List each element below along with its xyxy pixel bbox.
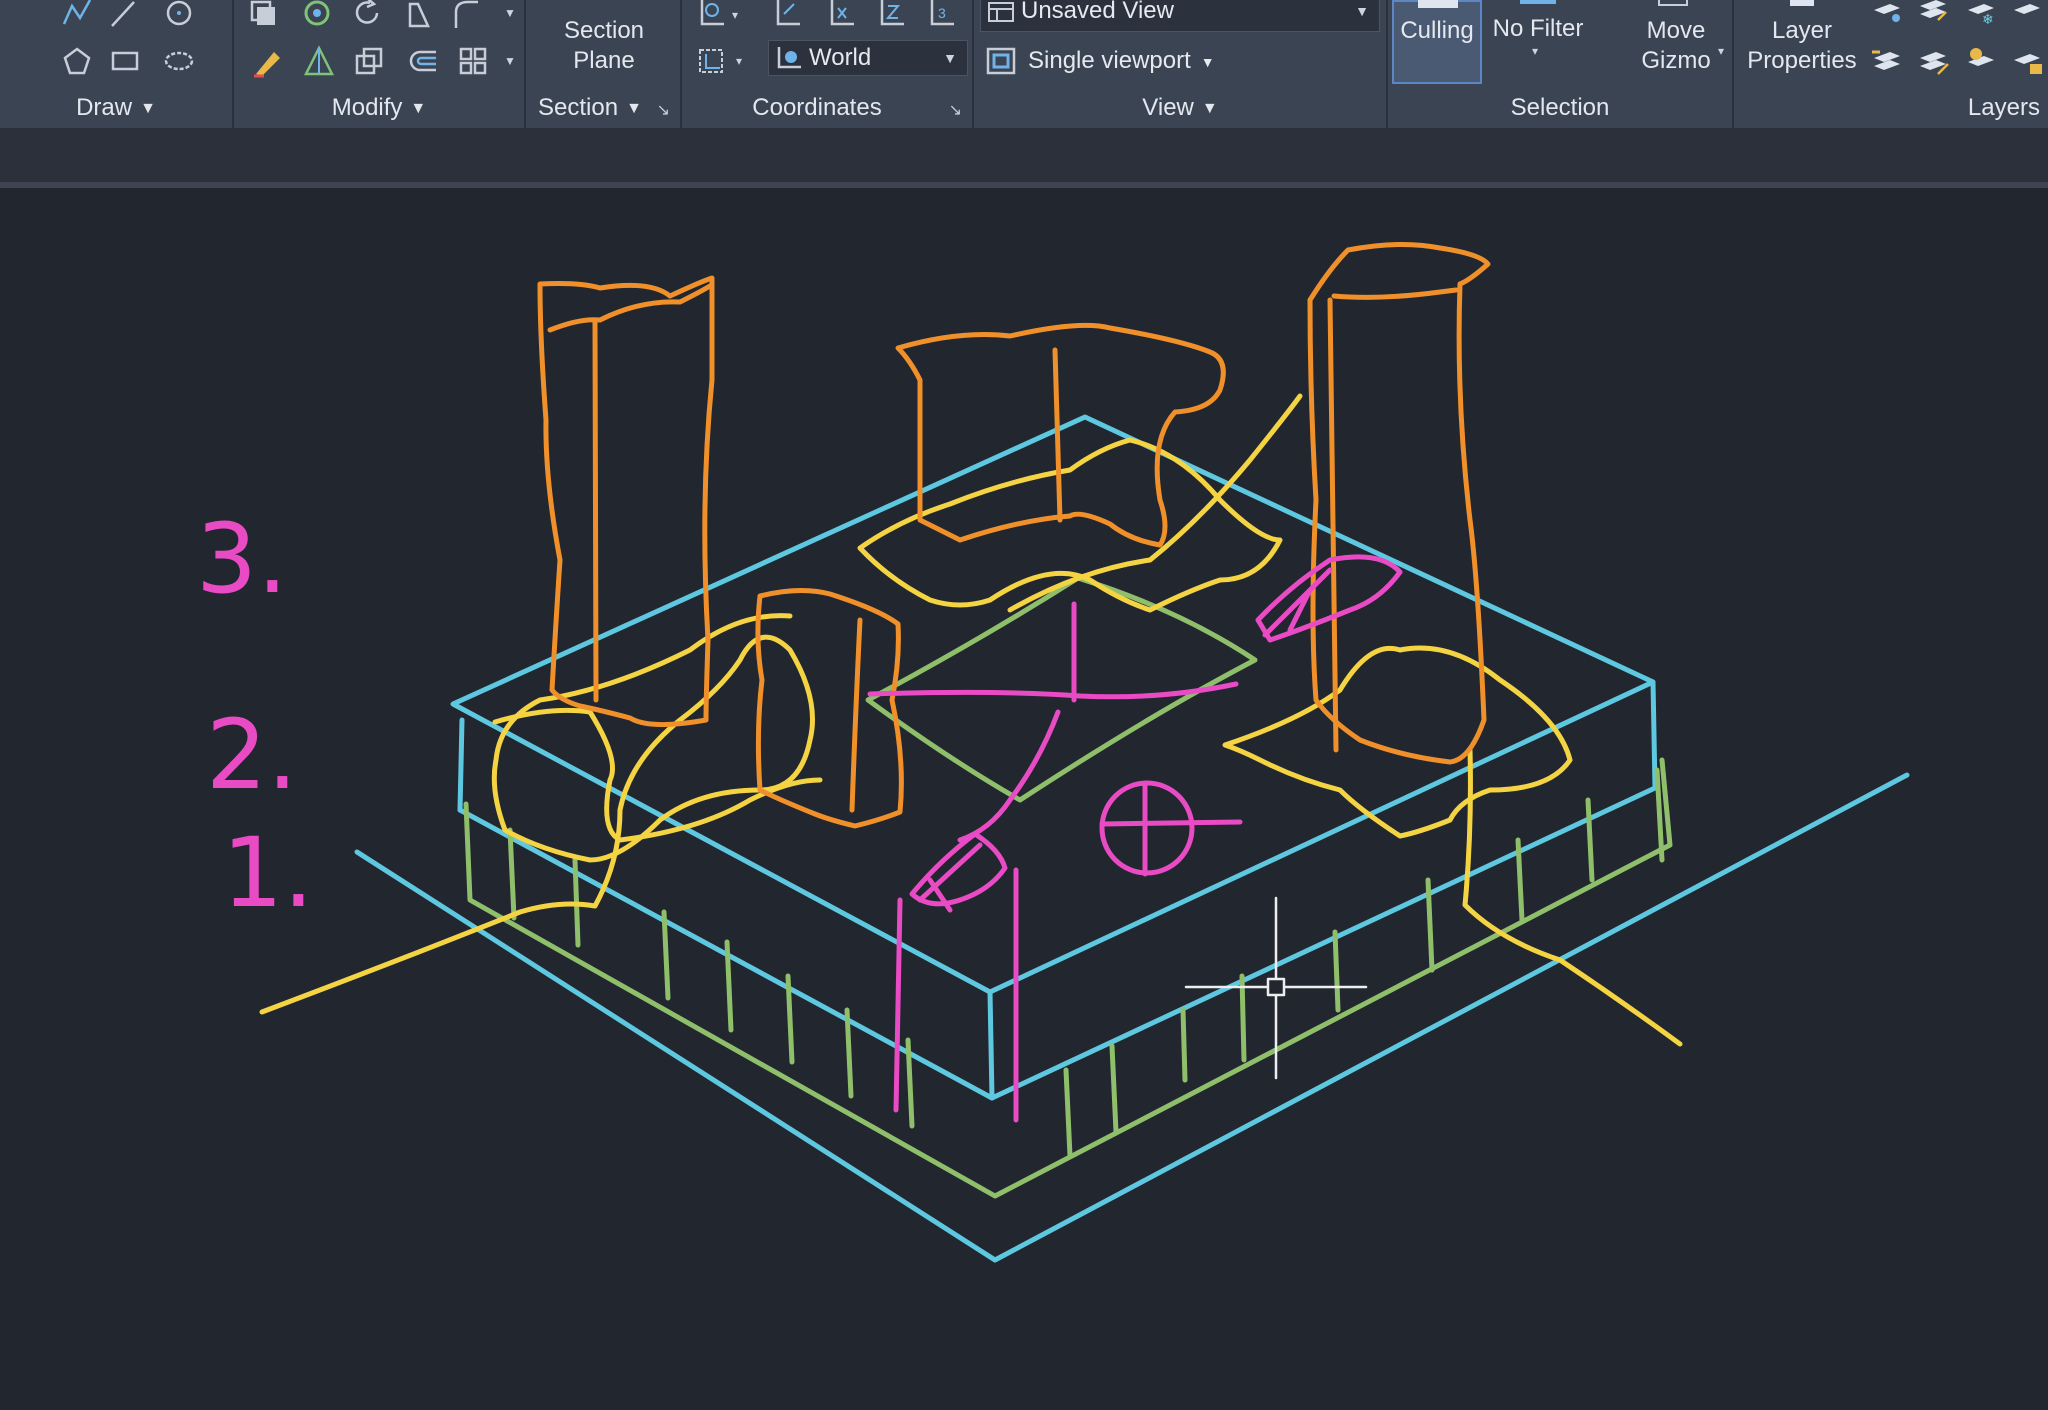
no-filter-label: No Filter [1492, 15, 1584, 42]
culling-button[interactable]: Culling [1392, 0, 1482, 84]
ucs-more-arrow[interactable]: ▾ [732, 8, 738, 22]
world-ucs-icon [777, 47, 801, 69]
layer-previous-icon[interactable] [1914, 42, 1952, 80]
crosshair-cursor [1184, 896, 1368, 1080]
mirror-icon[interactable] [300, 42, 338, 80]
layer-properties-label: Layer Properties [1747, 17, 1857, 74]
fillet-icon[interactable] [446, 0, 484, 32]
modify-panel-title[interactable]: Modify ▼ [234, 93, 524, 123]
coordinates-panel-title[interactable]: Coordinates [682, 93, 972, 123]
viewport-icon[interactable] [982, 42, 1020, 80]
svg-text:❄: ❄ [1982, 12, 1994, 28]
coordinates-panel: ▾ 3 ▾ World ▼ Coordinates ↘ [682, 0, 974, 128]
chevron-down-icon: ▾ [1532, 44, 1539, 58]
line-icon[interactable] [104, 0, 142, 32]
plinth-hatch [463, 757, 1673, 1199]
ucs-z-icon[interactable] [872, 0, 910, 32]
ellipse-icon[interactable] [160, 42, 198, 80]
no-filter-button[interactable]: No Filter ▾ [1488, 0, 1588, 84]
move-gizmo-label: Move Gizmo [1641, 17, 1711, 74]
culling-label: Culling [1400, 17, 1474, 44]
polygon-icon[interactable] [58, 42, 96, 80]
layer-match-icon[interactable] [1868, 42, 1906, 80]
ribbon: Draw ▼ ▼ ▼ Modify ▼ Section Plane Sectio… [0, 0, 2048, 128]
gizmo-icon [1658, 0, 1688, 6]
section-panel: Section Plane Section ▼ ↘ [526, 0, 682, 128]
ucs-world-dropdown[interactable]: World ▼ [768, 40, 968, 76]
layer-unisolate-icon[interactable] [1962, 42, 2000, 80]
chevron-down-icon: ▾ [1718, 44, 1725, 58]
label-3: 3. [196, 503, 288, 615]
ucs-x-icon[interactable] [822, 0, 860, 32]
file-tabs-bar [0, 128, 2048, 182]
saved-view-dropdown[interactable]: Unsaved View ▼ [980, 0, 1380, 32]
culling-icon [1418, 0, 1458, 8]
ucs-view-more-arrow[interactable]: ▾ [736, 54, 742, 68]
ucs-previous-icon[interactable] [768, 0, 806, 32]
array-more-arrow[interactable]: ▼ [504, 54, 516, 68]
filter-icon [1520, 0, 1556, 4]
move-gizmo-button[interactable]: Move Gizmo ▾ [1628, 0, 1728, 84]
sketch-labels: 3. 2. 1. [196, 503, 314, 929]
modify-panel: ▼ ▼ Modify ▼ [234, 0, 526, 128]
circle-icon[interactable] [160, 0, 198, 32]
view-panel: Unsaved View ▼ Single viewport ▼ View ▼ [974, 0, 1388, 128]
chevron-down-icon: ▼ [1200, 53, 1215, 70]
draw-panel: Draw ▼ [0, 0, 234, 128]
viewport-config-dropdown[interactable]: Single viewport ▼ [1028, 46, 1215, 77]
polyline-icon[interactable] [58, 0, 96, 32]
building-masses [537, 241, 1491, 829]
ucs-3point-icon[interactable]: 3 [922, 0, 960, 32]
ucs-icon[interactable] [692, 0, 730, 32]
selection-panel-title: Selection [1510, 94, 1610, 121]
coordinates-launcher-icon[interactable]: ↘ [949, 100, 962, 120]
rotate-icon[interactable] [348, 0, 386, 32]
label-2: 2. [206, 699, 298, 811]
layer-lock-icon[interactable]: ❄ [1962, 0, 2000, 30]
array-icon[interactable] [298, 0, 336, 32]
chevron-down-icon: ▼ [943, 50, 957, 66]
layer-properties-button[interactable]: Layer Properties [1740, 0, 1864, 84]
drawing-canvas[interactable]: 3. 2. 1. [0, 188, 2048, 1410]
layer-properties-icon [1790, 0, 1814, 6]
svg-text:3: 3 [938, 5, 946, 21]
selection-panel: Culling No Filter ▾ Move Gizmo ▾ Selecti… [1388, 0, 1734, 128]
scale-icon[interactable] [350, 42, 388, 80]
erase-icon[interactable] [248, 42, 286, 80]
layer-lock-2-icon[interactable] [2008, 42, 2046, 80]
offset-icon[interactable] [404, 42, 442, 80]
layers-panel: Layer Properties ❄ Layers▾ [1734, 0, 2048, 128]
section-plane-button[interactable]: Section Plane [526, 16, 682, 76]
rectangle-icon[interactable] [106, 42, 144, 80]
view-panel-title[interactable]: View ▼ [974, 93, 1386, 123]
stretch-icon[interactable] [400, 0, 438, 32]
copy-icon[interactable] [244, 0, 282, 32]
layer-off-icon[interactable] [2008, 0, 2046, 30]
named-view-icon [988, 2, 1014, 22]
layer-freeze-icon[interactable] [1914, 0, 1952, 30]
label-1: 1. [222, 817, 314, 929]
ground-outline [354, 772, 1910, 1263]
section-launcher-icon[interactable]: ↘ [657, 100, 670, 120]
chevron-down-icon: ▼ [1355, 3, 1369, 19]
ucs-view-icon[interactable] [692, 42, 730, 80]
layer-isolate-icon[interactable] [1868, 0, 1906, 30]
layers-panel-title[interactable]: Layers▾ [1734, 93, 2048, 123]
draw-panel-title[interactable]: Draw ▼ [0, 93, 232, 123]
modify-more-arrow[interactable]: ▼ [504, 6, 516, 20]
rect-array-icon[interactable] [454, 42, 492, 80]
